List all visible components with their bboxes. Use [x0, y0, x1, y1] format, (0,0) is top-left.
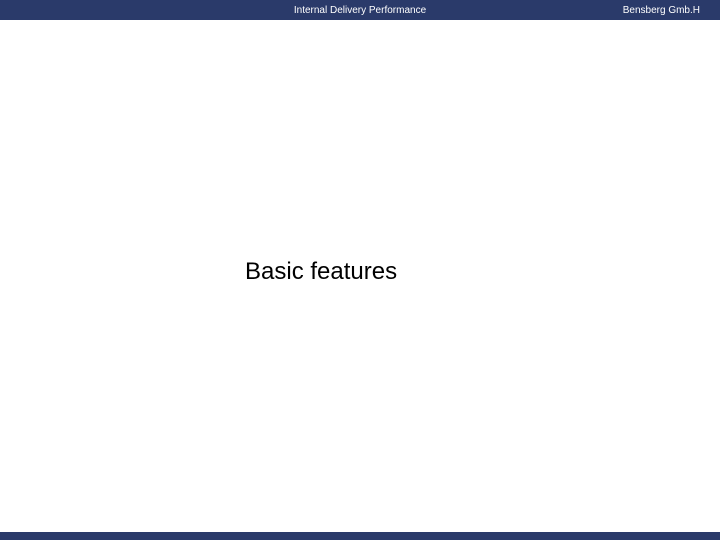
footer-bar [0, 532, 720, 540]
header-bar: Internal Delivery Performance Bensberg G… [0, 0, 720, 20]
header-company: Bensberg Gmb.H [623, 5, 700, 16]
slide-body: Basic features [0, 20, 720, 532]
header-title: Internal Delivery Performance [294, 5, 426, 16]
slide-heading: Basic features [245, 258, 397, 286]
